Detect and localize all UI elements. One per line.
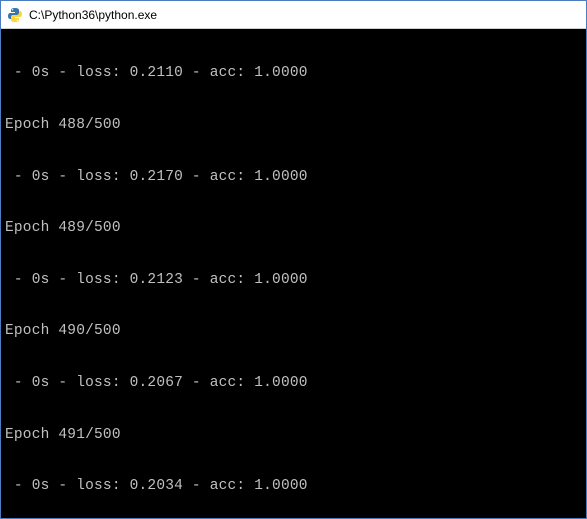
- python-app-icon: [7, 7, 23, 23]
- console-line: - 0s - loss: 0.2123 - acc: 1.0000: [5, 272, 582, 289]
- console-line: Epoch 489/500: [5, 220, 582, 237]
- console-line: - 0s - loss: 0.2110 - acc: 1.0000: [5, 65, 582, 82]
- console-line: Epoch 490/500: [5, 323, 582, 340]
- titlebar: C:\Python36\python.exe: [1, 1, 586, 29]
- console-line: - 0s - loss: 0.2170 - acc: 1.0000: [5, 169, 582, 186]
- console-line: Epoch 491/500: [5, 427, 582, 444]
- console-line: Epoch 488/500: [5, 117, 582, 134]
- console-output[interactable]: - 0s - loss: 0.2110 - acc: 1.0000 Epoch …: [1, 29, 586, 518]
- console-line: - 0s - loss: 0.2034 - acc: 1.0000: [5, 478, 582, 495]
- console-line: - 0s - loss: 0.2067 - acc: 1.0000: [5, 375, 582, 392]
- window-title: C:\Python36\python.exe: [29, 8, 157, 22]
